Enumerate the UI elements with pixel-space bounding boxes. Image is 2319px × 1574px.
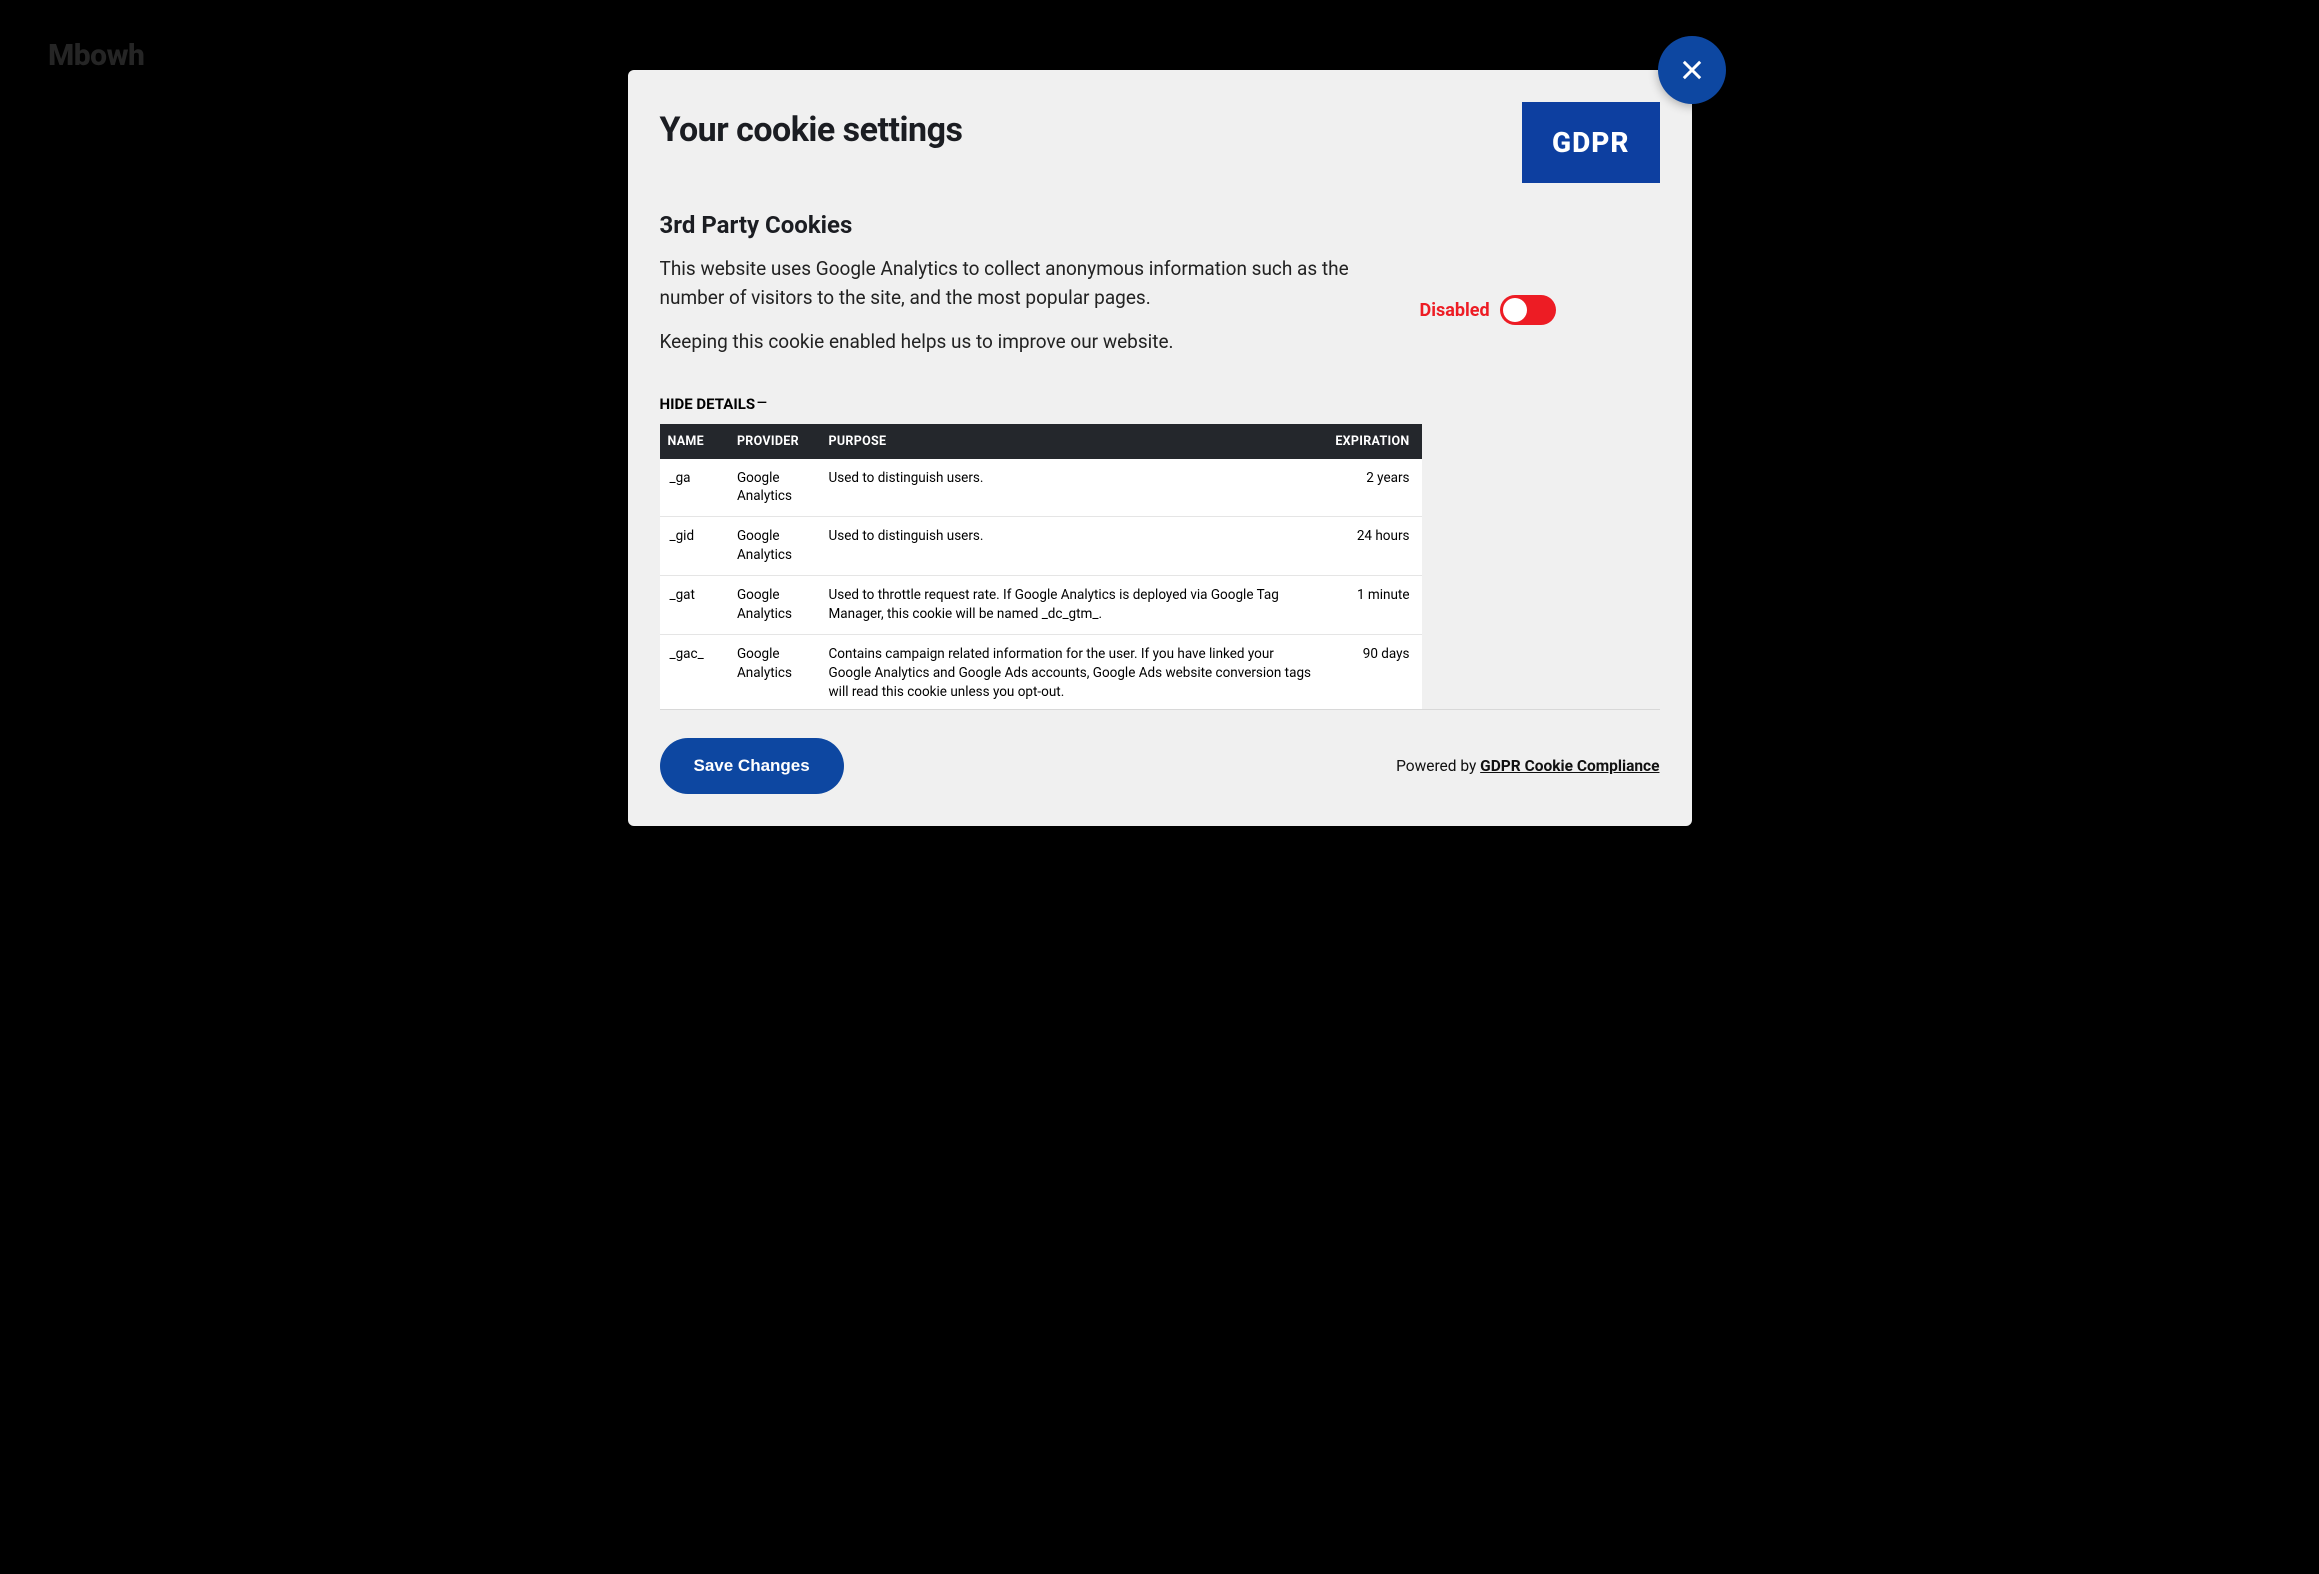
minus-icon: – — [756, 393, 768, 414]
table-header-purpose: PURPOSE — [821, 424, 1328, 459]
toggle-state-label: Disabled — [1420, 300, 1490, 321]
cookie-purpose: Used to distinguish users. — [821, 459, 1328, 517]
table-row: _gidGoogle AnalyticsUsed to distinguish … — [660, 517, 1422, 576]
cookie-details-table: NAME PROVIDER PURPOSE EXPIRATION _gaGoog… — [660, 424, 1422, 710]
modal-overlay: Your cookie settings GDPR 3rd Party Cook… — [0, 0, 2319, 1574]
cookie-provider: Google Analytics — [729, 459, 821, 517]
section-heading: 3rd Party Cookies — [660, 211, 1672, 239]
cookie-settings-modal: Your cookie settings GDPR 3rd Party Cook… — [628, 70, 1692, 826]
cookie-name: _ga — [660, 459, 729, 517]
table-header-provider: PROVIDER — [729, 424, 821, 459]
toggle-knob — [1503, 298, 1527, 322]
cookie-name: _gid — [660, 517, 729, 576]
modal-scroll-area[interactable]: 3rd Party Cookies This website uses Goog… — [660, 183, 1692, 709]
powered-by-link[interactable]: GDPR Cookie Compliance — [1480, 757, 1659, 775]
cookie-purpose: Used to distinguish users. — [821, 517, 1328, 576]
cookie-expiration: 2 years — [1327, 459, 1421, 517]
table-row: _gatGoogle AnalyticsUsed to throttle req… — [660, 576, 1422, 635]
hide-details-toggle[interactable]: HIDE DETAILS– — [660, 393, 768, 414]
powered-by-text: Powered by GDPR Cookie Compliance — [1396, 757, 1659, 775]
gdpr-badge: GDPR — [1522, 102, 1660, 183]
section-paragraph: This website uses Google Analytics to co… — [660, 255, 1380, 312]
close-button[interactable] — [1658, 36, 1726, 104]
details-toggle-label: HIDE DETAILS — [660, 395, 756, 413]
save-changes-button[interactable]: Save Changes — [660, 738, 844, 794]
cookie-expiration: 24 hours — [1327, 517, 1421, 576]
table-header-row: NAME PROVIDER PURPOSE EXPIRATION — [660, 424, 1422, 459]
cookie-expiration: 1 minute — [1327, 576, 1421, 635]
modal-footer: Save Changes Powered by GDPR Cookie Comp… — [660, 709, 1660, 826]
cookie-purpose: Contains campaign related information fo… — [821, 634, 1328, 709]
cookie-expiration: 90 days — [1327, 634, 1421, 709]
cookie-provider: Google Analytics — [729, 517, 821, 576]
cookie-provider: Google Analytics — [729, 634, 821, 709]
cookie-purpose: Used to throttle request rate. If Google… — [821, 576, 1328, 635]
third-party-cookies-toggle[interactable] — [1500, 295, 1556, 325]
table-header-expiration: EXPIRATION — [1327, 424, 1421, 459]
section-paragraph: Keeping this cookie enabled helps us to … — [660, 328, 1380, 357]
modal-header: Your cookie settings GDPR — [628, 70, 1692, 183]
table-header-name: NAME — [660, 424, 729, 459]
modal-title: Your cookie settings — [660, 110, 963, 150]
cookie-provider: Google Analytics — [729, 576, 821, 635]
table-row: _gac_Google AnalyticsContains campaign r… — [660, 634, 1422, 709]
table-row: _gaGoogle AnalyticsUsed to distinguish u… — [660, 459, 1422, 517]
cookie-name: _gac_ — [660, 634, 729, 709]
close-icon — [1678, 56, 1706, 84]
cookie-name: _gat — [660, 576, 729, 635]
